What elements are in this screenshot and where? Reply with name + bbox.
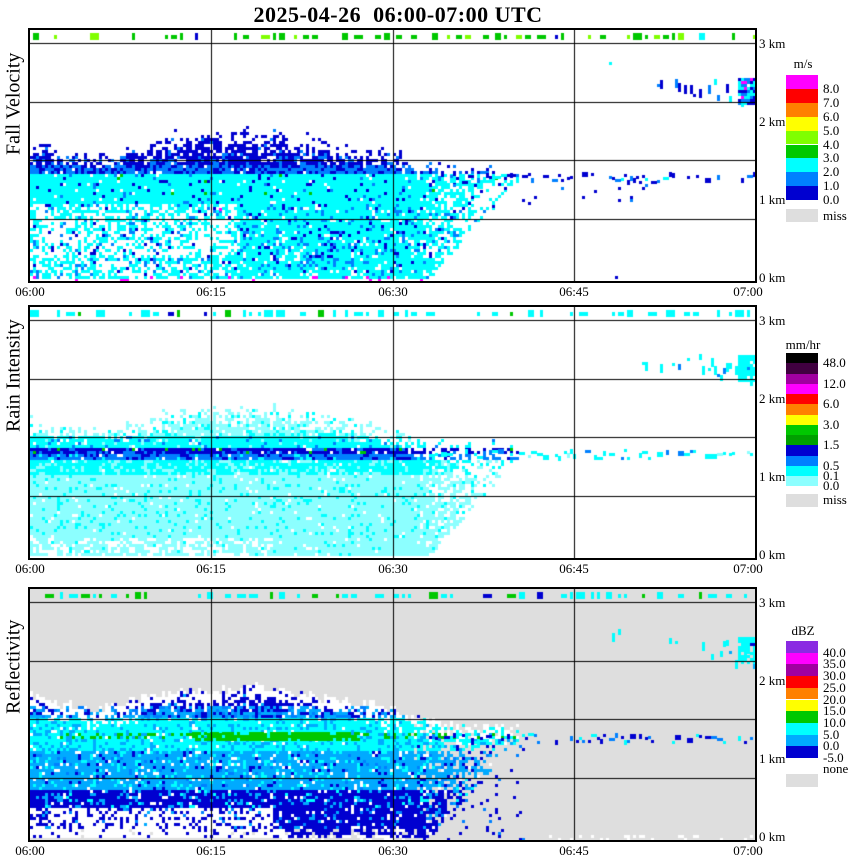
- colorbar-1-label-48.0: 48.0: [823, 355, 846, 371]
- colorbar-0-box-2: [786, 102, 818, 117]
- colorbar-0-box-4: [786, 130, 818, 145]
- colorbar-0-box-6: [786, 158, 818, 173]
- colorbar-1-box-0: [786, 353, 818, 364]
- colorbar-1-box-5: [786, 404, 818, 415]
- colorbar-2-box-9: [786, 746, 818, 758]
- colorbar-2-box-5: [786, 699, 818, 712]
- km-label-1km: 1 km: [759, 751, 786, 766]
- km-label-1km: 1 km: [759, 469, 786, 484]
- colorbar-1-box-7: [786, 424, 818, 435]
- fall-velocity-panel: [28, 28, 757, 283]
- colorbar-1-box-8: [786, 435, 818, 446]
- colorbar-0-miss-label: miss: [823, 208, 847, 223]
- x-tick-label-0600: 06:00: [15, 843, 45, 858]
- x-tick-label-0600: 06:00: [15, 561, 45, 576]
- colorbar-0-label-0.0: 0.0: [823, 192, 840, 208]
- km-label-2km: 2 km: [759, 391, 786, 406]
- colorbar-1-box-9: [786, 445, 818, 456]
- figure-title: 2025-04-26 06:00-07:00 UTC: [253, 2, 543, 27]
- x-tick-label-0630: 06:30: [378, 561, 408, 576]
- x-tick-label-0615: 06:15: [196, 843, 226, 858]
- x-tick-label-0700: 07:00: [733, 843, 763, 858]
- colorbar-0-unit-title: m/s: [793, 56, 813, 71]
- colorbar-1-label-1.5: 1.5: [823, 437, 840, 453]
- colorbar-2-box-4: [786, 687, 818, 700]
- colorbar-2-box-0: [786, 641, 818, 653]
- colorbar-0-box-3: [786, 116, 818, 131]
- colorbar-2-box-8: [786, 734, 818, 747]
- km-label-3km: 3 km: [759, 313, 786, 328]
- x-tick-label-0600: 06:00: [15, 284, 45, 299]
- colorbar-1-box-3: [786, 383, 818, 394]
- km-label-1km: 1 km: [759, 192, 786, 207]
- km-label-0km: 0 km: [759, 829, 786, 844]
- colorbar-1-miss-label: miss: [823, 492, 847, 507]
- colorbar-1-label-12.0: 12.0: [823, 375, 846, 391]
- colorbar-1-unit-title: mm/hr: [785, 337, 821, 352]
- km-label-3km: 3 km: [759, 36, 786, 51]
- rain-intensity-panel: [28, 305, 757, 560]
- x-tick-label-0645: 06:45: [559, 284, 589, 299]
- km-label-3km: 3 km: [759, 595, 786, 610]
- x-tick-label-0615: 06:15: [196, 284, 226, 299]
- km-label-2km: 2 km: [759, 114, 786, 129]
- colorbar-0-box-0: [786, 75, 818, 89]
- colorbar-1-box-4: [786, 394, 818, 405]
- colorbar-1-box-2: [786, 373, 818, 384]
- colorbar-0-box-7: [786, 172, 818, 187]
- colorbar-2-miss-box: [786, 774, 818, 787]
- x-tick-label-0630: 06:30: [378, 284, 408, 299]
- km-label-2km: 2 km: [759, 673, 786, 688]
- colorbar-1-label-6.0: 6.0: [823, 396, 840, 412]
- colorbar-0-box-5: [786, 144, 818, 159]
- reflectivity-heatmap: [30, 589, 755, 840]
- x-tick-label-0645: 06:45: [559, 561, 589, 576]
- rain-intensity-heatmap: [30, 307, 755, 558]
- km-label-0km: 0 km: [759, 547, 786, 562]
- colorbar-0-miss-box: [786, 209, 818, 222]
- colorbar-1-label-3.0: 3.0: [823, 416, 840, 432]
- colorbar-2-box-7: [786, 722, 818, 735]
- colorbar-1-box-6: [786, 414, 818, 425]
- x-tick-label-0615: 06:15: [196, 561, 226, 576]
- x-tick-label-0630: 06:30: [378, 843, 408, 858]
- colorbar-1-box-11: [786, 465, 818, 476]
- colorbar-1-box-10: [786, 455, 818, 466]
- colorbar-0-box-1: [786, 88, 818, 103]
- colorbar-2-miss-label: none: [823, 761, 849, 776]
- colorbar-2-box-2: [786, 664, 818, 677]
- x-tick-label-0645: 06:45: [559, 843, 589, 858]
- x-tick-label-0700: 07:00: [733, 284, 763, 299]
- colorbar-1-box-1: [786, 363, 818, 374]
- mrr-quicklook-figure: 2025-04-26 06:00-07:00 UTC Fall Velocity…: [0, 0, 850, 868]
- reflectivity-panel: [28, 587, 757, 842]
- colorbar-0-box-8: [786, 186, 818, 201]
- colorbar-1-miss-box: [786, 494, 818, 507]
- colorbar-1-box-12: [786, 476, 818, 487]
- colorbar-2-box-1: [786, 652, 818, 665]
- colorbar-2-box-3: [786, 676, 818, 688]
- fall-velocity-heatmap: [30, 30, 755, 281]
- km-label-0km: 0 km: [759, 270, 786, 285]
- x-tick-label-0700: 07:00: [733, 561, 763, 576]
- colorbar-2-unit-title: dBZ: [791, 623, 815, 638]
- colorbar-2-box-6: [786, 711, 818, 723]
